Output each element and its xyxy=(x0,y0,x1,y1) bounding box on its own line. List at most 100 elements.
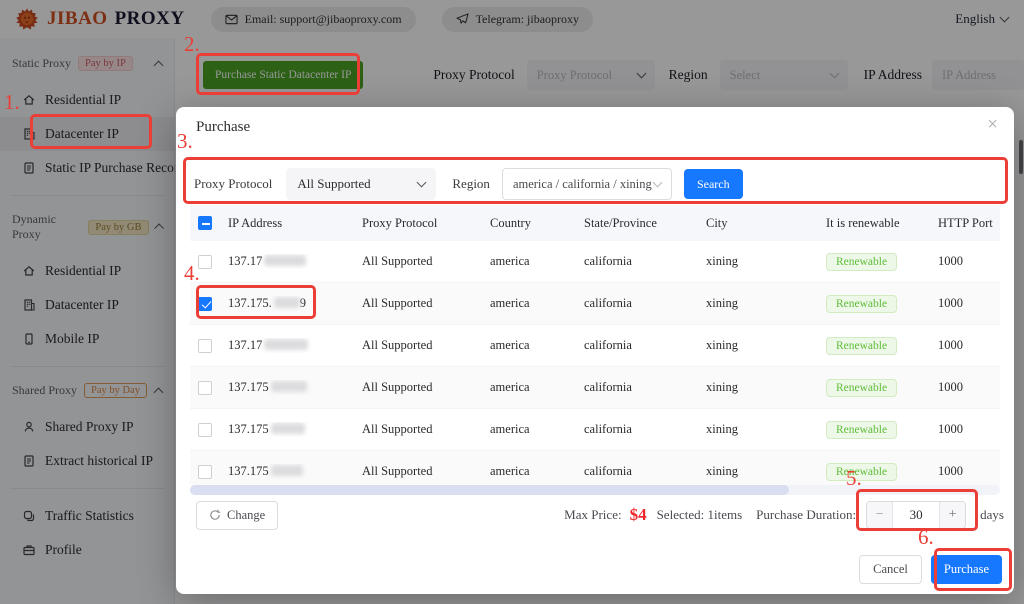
redacted-ip-segment xyxy=(264,255,306,266)
duration-value[interactable]: 30 xyxy=(893,502,939,528)
cell-city: xining xyxy=(706,380,826,395)
max-price-label: Max Price: xyxy=(564,507,621,523)
chevron-down-icon xyxy=(652,178,662,188)
stepper-decrease-button[interactable]: − xyxy=(867,502,893,528)
horizontal-scrollbar-track[interactable] xyxy=(190,485,1000,495)
table-row: 137.17 All Supported america california … xyxy=(190,325,1000,367)
close-icon[interactable]: × xyxy=(987,115,998,134)
cancel-button[interactable]: Cancel xyxy=(859,555,922,584)
col-renewable: It is renewable xyxy=(826,216,938,231)
row-checkbox[interactable] xyxy=(198,381,212,395)
modal-footer: Change Max Price: $4 Selected: 1items Pu… xyxy=(196,499,1004,531)
cell-ip: 137.175 xyxy=(228,422,362,437)
cell-country: america xyxy=(490,254,584,269)
max-price-value: $4 xyxy=(630,505,647,525)
cell-protocol: All Supported xyxy=(362,464,490,479)
cell-ip: 137.175 xyxy=(228,464,362,479)
row-checkbox[interactable] xyxy=(198,465,212,479)
renewable-badge: Renewable xyxy=(826,379,897,397)
proxy-protocol-label: Proxy Protocol xyxy=(194,176,272,192)
renewable-badge: Renewable xyxy=(826,295,897,313)
cell-port: 1000 xyxy=(938,422,1000,437)
cell-port: 1000 xyxy=(938,254,1000,269)
table-row: 137.175 All Supported america california… xyxy=(190,367,1000,409)
proxy-protocol-value: All Supported xyxy=(297,176,370,192)
redacted-ip-segment xyxy=(271,423,305,434)
cell-state: california xyxy=(584,464,706,479)
cell-city: xining xyxy=(706,296,826,311)
modal-filter-row: Proxy Protocol All Supported Region amer… xyxy=(194,165,996,203)
cell-country: america xyxy=(490,338,584,353)
col-state-province: State/Province xyxy=(584,216,706,231)
renewable-badge: Renewable xyxy=(826,337,897,355)
purchase-button[interactable]: Purchase xyxy=(931,555,1002,584)
cell-ip: 137.17 xyxy=(228,338,362,353)
cell-port: 1000 xyxy=(938,464,1000,479)
col-ip-address: IP Address xyxy=(228,216,362,231)
cell-protocol: All Supported xyxy=(362,254,490,269)
region-value: america / california / xining xyxy=(513,177,652,192)
renewable-badge: Renewable xyxy=(826,253,897,271)
row-checkbox[interactable] xyxy=(198,255,212,269)
cell-port: 1000 xyxy=(938,338,1000,353)
redacted-ip-segment xyxy=(271,381,307,392)
cell-protocol: All Supported xyxy=(362,380,490,395)
cell-state: california xyxy=(584,296,706,311)
cell-country: america xyxy=(490,296,584,311)
redacted-ip-segment xyxy=(274,297,300,308)
table-row-selected: 137.175.9 All Supported america californ… xyxy=(190,283,1000,325)
cell-city: xining xyxy=(706,254,826,269)
region-cascader-select[interactable]: america / california / xining xyxy=(502,168,672,200)
cell-country: america xyxy=(490,380,584,395)
change-button[interactable]: Change xyxy=(196,501,278,530)
renewable-badge: Renewable xyxy=(826,463,897,481)
select-all-checkbox[interactable] xyxy=(198,216,212,230)
table-row: 137.17 All Supported america california … xyxy=(190,241,1000,283)
table-row: 137.175 All Supported america california… xyxy=(190,451,1000,486)
col-http-port: HTTP Port xyxy=(938,216,1000,231)
chevron-down-icon xyxy=(417,178,427,188)
row-checkbox-checked[interactable] xyxy=(198,297,212,311)
cell-state: california xyxy=(584,338,706,353)
cell-port: 1000 xyxy=(938,380,1000,395)
modal-title: Purchase xyxy=(196,119,250,136)
region-label: Region xyxy=(452,176,490,192)
search-button[interactable]: Search xyxy=(684,169,743,199)
cell-state: california xyxy=(584,422,706,437)
cell-protocol: All Supported xyxy=(362,296,490,311)
cell-ip: 137.17 xyxy=(228,254,362,269)
proxy-protocol-select[interactable]: All Supported xyxy=(286,168,436,200)
table-header-row: IP Address Proxy Protocol Country State/… xyxy=(190,205,1000,241)
cell-protocol: All Supported xyxy=(362,422,490,437)
cell-city: xining xyxy=(706,338,826,353)
col-country: Country xyxy=(490,216,584,231)
footer-summary: Max Price: $4 Selected: 1items Purchase … xyxy=(564,501,1004,529)
modal-action-buttons: Cancel Purchase xyxy=(859,555,1002,584)
cell-state: california xyxy=(584,380,706,395)
table-row: 137.175 All Supported america california… xyxy=(190,409,1000,451)
cell-country: america xyxy=(490,464,584,479)
col-city: City xyxy=(706,216,826,231)
days-label: days xyxy=(980,507,1004,523)
selected-count: Selected: 1items xyxy=(657,507,743,523)
purchase-modal: Purchase × Proxy Protocol All Supported … xyxy=(176,107,1014,594)
cell-ip: 137.175.9 xyxy=(228,296,362,311)
refresh-icon xyxy=(209,509,221,521)
redacted-ip-segment xyxy=(264,339,308,350)
purchase-duration-label: Purchase Duration: xyxy=(756,507,856,523)
cell-state: california xyxy=(584,254,706,269)
stepper-increase-button[interactable]: + xyxy=(939,502,965,528)
cell-city: xining xyxy=(706,422,826,437)
row-checkbox[interactable] xyxy=(198,423,212,437)
renewable-badge: Renewable xyxy=(826,421,897,439)
cell-protocol: All Supported xyxy=(362,338,490,353)
row-checkbox[interactable] xyxy=(198,339,212,353)
cell-port: 1000 xyxy=(938,296,1000,311)
cell-ip: 137.175 xyxy=(228,380,362,395)
ip-table: IP Address Proxy Protocol Country State/… xyxy=(190,205,1000,486)
cell-city: xining xyxy=(706,464,826,479)
horizontal-scrollbar-thumb[interactable] xyxy=(190,485,789,495)
page-scrollbar-thumb[interactable] xyxy=(1019,140,1023,174)
duration-stepper: − 30 + xyxy=(866,501,966,529)
cell-country: america xyxy=(490,422,584,437)
